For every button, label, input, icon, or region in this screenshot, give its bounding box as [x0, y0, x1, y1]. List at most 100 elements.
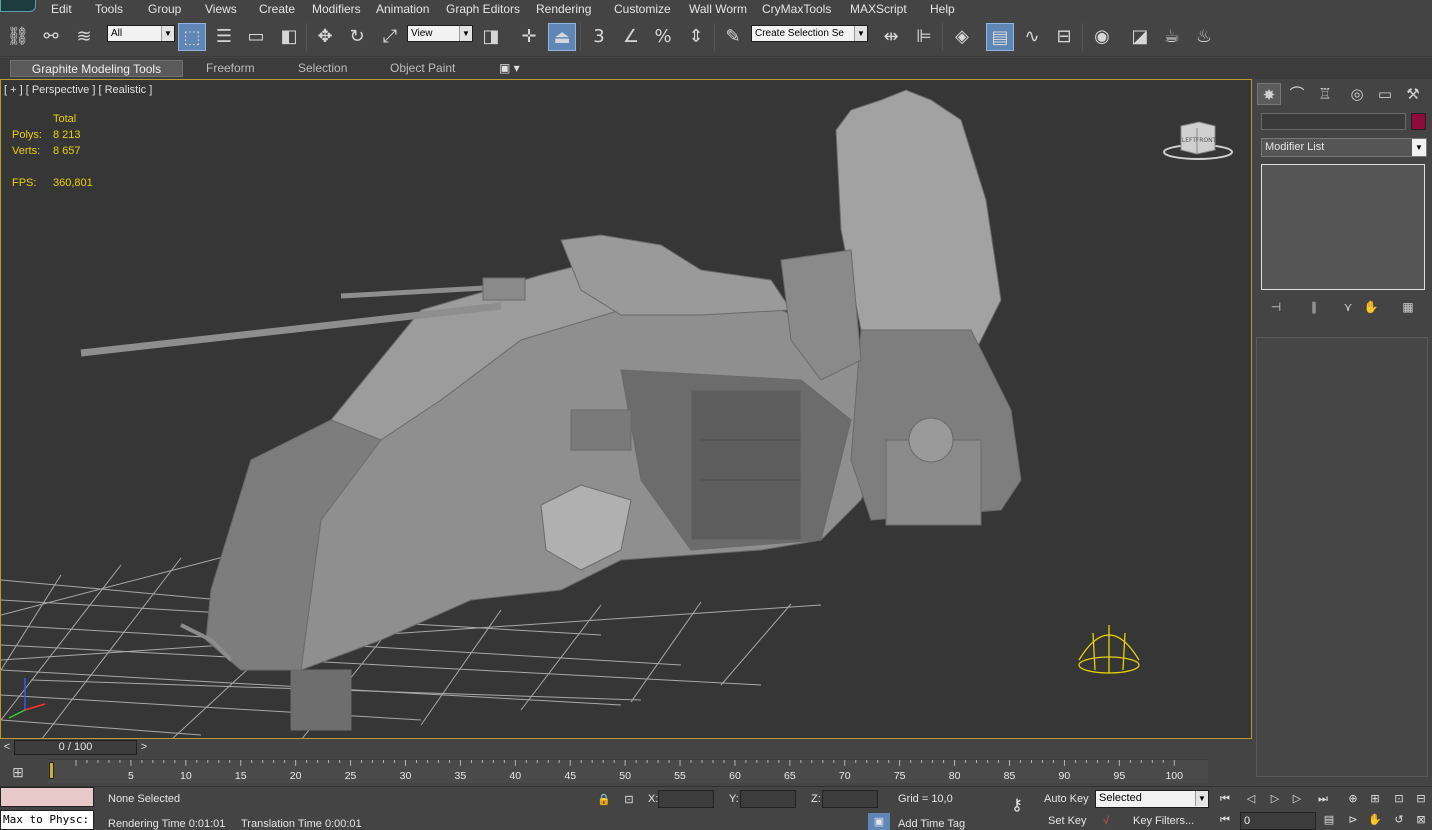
select-object-icon[interactable]: ⬚ — [178, 23, 206, 51]
object-name-field[interactable] — [1261, 113, 1406, 130]
schematic-view-icon[interactable]: ⊟ — [1050, 23, 1078, 51]
modifier-stack[interactable] — [1261, 164, 1425, 290]
tab-graphite-modeling-tools-label[interactable]: Graphite Modeling Tools — [10, 60, 183, 77]
time-slider-prev-button[interactable]: < — [0, 739, 14, 755]
select-and-link-icon[interactable]: ⛓ — [4, 23, 32, 51]
pivot-center-icon[interactable]: ◨ — [477, 23, 505, 51]
menu-help[interactable]: Help — [930, 2, 955, 16]
time-tag-icon[interactable]: ▣ — [868, 813, 890, 830]
selection-filter-dropdown[interactable]: All ▼ — [107, 25, 175, 42]
utilities-icon[interactable]: ⚒ — [1401, 83, 1425, 105]
time-slider-thumb[interactable]: 0 / 100 — [14, 740, 137, 755]
key-mode-toggle-icon[interactable]: ⏮ — [1214, 812, 1236, 828]
maxscript-listener-output[interactable] — [0, 787, 94, 807]
modify-icon[interactable]: ⌒ — [1285, 83, 1309, 105]
zoom-extents-icon[interactable]: ⊡ — [1388, 791, 1410, 807]
bind-to-space-warp-icon[interactable]: ≋ — [70, 23, 98, 51]
play-icon[interactable]: ▷ — [1264, 791, 1286, 807]
unlink-selection-icon[interactable]: ⚯ — [37, 23, 65, 51]
menu-graph-editors[interactable]: Graph Editors — [446, 2, 520, 16]
z-coordinate-field[interactable] — [822, 790, 878, 808]
auto-key-button[interactable]: Auto Key — [1044, 793, 1089, 805]
x-coordinate-field[interactable] — [658, 790, 714, 808]
zoom-all-icon[interactable]: ⊞ — [1364, 791, 1386, 807]
motion-icon[interactable]: ◎ — [1345, 83, 1369, 105]
transform-mode-icon[interactable]: ⊡ — [620, 791, 638, 809]
perspective-viewport[interactable]: [ + ] [ Perspective ] [ Realistic ] Tota… — [0, 79, 1252, 739]
viewport-label[interactable]: [ + ] [ Perspective ] [ Realistic ] — [4, 84, 152, 96]
menu-views[interactable]: Views — [205, 2, 237, 16]
orbit-icon[interactable]: ↺ — [1388, 812, 1410, 828]
track-ruler[interactable]: 5 10 15 20 25 30 35 40 45 50 55 60 65 70 75 80 85 90 95 100 — [48, 759, 1208, 783]
modifier-list-dropdown[interactable]: Modifier List ▼ — [1261, 138, 1427, 157]
zoom-icon[interactable]: ⊕ — [1342, 791, 1364, 807]
viewcube-left-face[interactable]: LEFT — [1182, 137, 1196, 144]
rectangular-selection-icon[interactable]: ▭ — [242, 23, 270, 51]
maxscript-listener-input[interactable]: Max to Physc: — [0, 810, 94, 830]
snaps-toggle-icon[interactable]: 3 — [585, 23, 613, 51]
material-editor-icon[interactable]: ◉ — [1088, 23, 1116, 51]
display-icon[interactable]: ▭ — [1373, 83, 1397, 105]
field-of-view-icon[interactable]: ⊳ — [1342, 812, 1364, 828]
select-and-manipulate-icon[interactable]: ✛ — [515, 23, 543, 51]
tab-object-paint[interactable]: Object Paint — [390, 60, 455, 77]
curve-editor-icon[interactable]: ∿ — [1018, 23, 1046, 51]
object-color-swatch[interactable] — [1411, 113, 1426, 130]
angle-snap-icon[interactable]: ∠ — [617, 23, 645, 51]
menu-wall-worm[interactable]: Wall Worm — [689, 2, 747, 16]
current-frame-field[interactable]: 0 — [1240, 812, 1316, 830]
add-time-tag-button[interactable]: Add Time Tag — [898, 818, 965, 830]
menu-tools[interactable]: Tools — [95, 2, 123, 16]
y-coordinate-field[interactable] — [740, 790, 796, 808]
current-frame-marker[interactable] — [49, 762, 54, 779]
selection-lock-icon[interactable]: 🔒 — [596, 791, 612, 809]
default-in-out-tangent-icon[interactable]: √ — [1096, 812, 1116, 830]
set-key-mode-icon[interactable]: ⚷ — [1002, 797, 1032, 815]
menu-create[interactable]: Create — [259, 2, 295, 16]
pan-view-icon[interactable]: ✋ — [1364, 812, 1386, 828]
select-and-scale-icon[interactable]: ⤢ — [376, 23, 404, 51]
render-production-icon[interactable]: ♨ — [1190, 23, 1218, 51]
remove-modifier-icon[interactable]: ✋ — [1360, 297, 1382, 317]
keyboard-shortcut-override-icon[interactable]: ⏏ — [548, 23, 576, 51]
render-setup-icon[interactable]: ◪ — [1126, 23, 1154, 51]
tab-selection[interactable]: Selection — [298, 60, 347, 77]
viewcube[interactable]: LEFT FRONT — [1163, 118, 1233, 162]
graphite-toggle-icon[interactable]: ▤ — [986, 23, 1014, 51]
viewcube-front-face[interactable]: FRONT — [1196, 137, 1217, 144]
mirror-icon[interactable]: ⇹ — [877, 23, 905, 51]
edit-named-selection-icon[interactable]: ✎ — [719, 23, 747, 51]
align-icon[interactable]: ⊫ — [910, 23, 938, 51]
select-by-name-icon[interactable]: ☰ — [210, 23, 238, 51]
show-end-result-icon[interactable]: ∥ — [1303, 297, 1325, 317]
window-crossing-icon[interactable]: ◧ — [275, 23, 303, 51]
menu-edit[interactable]: Edit — [51, 2, 72, 16]
key-mode-dropdown[interactable]: Selected ▼ — [1095, 790, 1209, 808]
menu-modifiers[interactable]: Modifiers — [312, 2, 361, 16]
reference-coord-dropdown[interactable]: View ▼ — [407, 25, 473, 42]
time-slider-next-button[interactable]: > — [137, 739, 151, 755]
select-and-rotate-icon[interactable]: ↻ — [343, 23, 371, 51]
previous-frame-icon[interactable]: ◁ — [1240, 791, 1262, 807]
time-slider[interactable]: < 0 / 100 > — [0, 739, 1252, 757]
menu-rendering[interactable]: Rendering — [536, 2, 591, 16]
menu-customize[interactable]: Customize — [614, 2, 671, 16]
menu-group[interactable]: Group — [148, 2, 181, 16]
next-frame-icon[interactable]: ▷ — [1286, 791, 1308, 807]
tab-freeform[interactable]: Freeform — [206, 60, 255, 77]
go-to-end-icon[interactable]: ⏭ — [1312, 791, 1334, 807]
create-icon[interactable]: ✸ — [1257, 83, 1281, 105]
select-and-move-icon[interactable]: ✥ — [311, 23, 339, 51]
maximize-viewport-icon[interactable]: ⊠ — [1410, 812, 1432, 828]
percent-snap-icon[interactable]: % — [649, 23, 677, 51]
time-configuration-icon[interactable]: ▤ — [1318, 812, 1340, 828]
key-filters-button[interactable]: Key Filters... — [1133, 815, 1194, 827]
rendered-frame-window-icon[interactable]: ☕ — [1158, 23, 1186, 51]
menu-maxscript[interactable]: MAXScript — [850, 2, 907, 16]
spinner-snap-icon[interactable]: ⇕ — [682, 23, 710, 51]
menu-crymaxtools[interactable]: CryMaxTools — [762, 2, 831, 16]
zoom-extents-all-icon[interactable]: ⊟ — [1410, 791, 1432, 807]
menu-animation[interactable]: Animation — [376, 2, 429, 16]
ribbon-options-dropdown[interactable]: ▣ ▾ — [499, 60, 520, 77]
hierarchy-icon[interactable]: ♖ — [1313, 83, 1337, 105]
